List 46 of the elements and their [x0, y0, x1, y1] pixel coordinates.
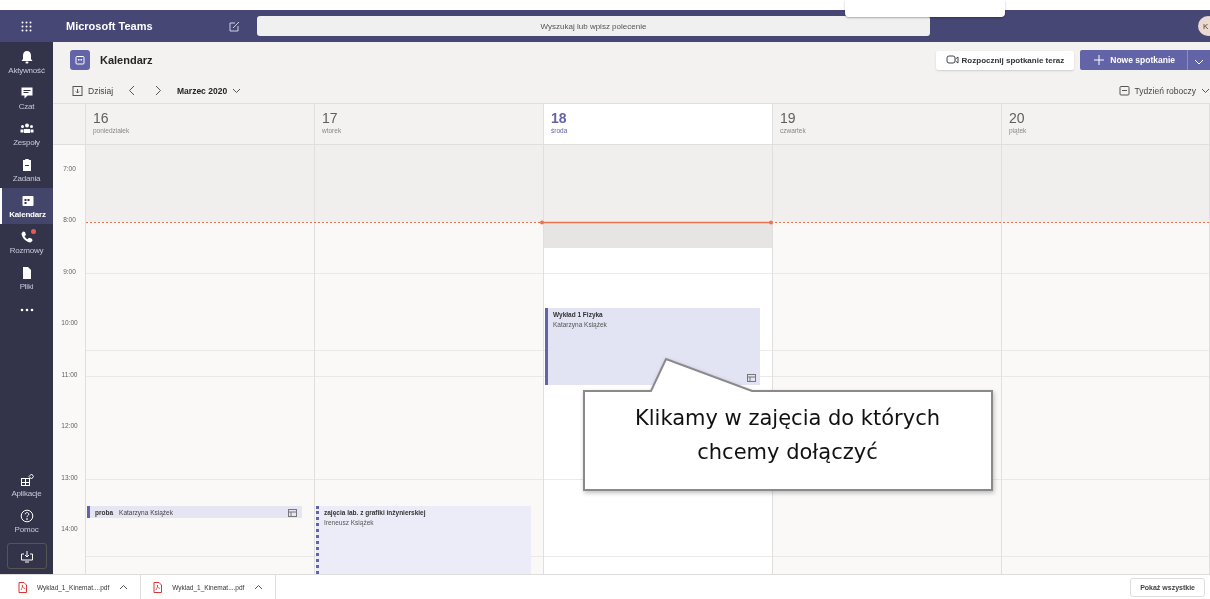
today-button[interactable]: Dzisiaj: [72, 85, 114, 96]
rail-item[interactable]: Zespoły: [0, 116, 53, 152]
page-title: Kalendarz: [100, 54, 153, 66]
download-app-button[interactable]: [6, 543, 47, 569]
calendar-icon: [1118, 85, 1130, 96]
rail-item[interactable]: Pliki: [0, 260, 53, 296]
people-icon: [19, 121, 34, 136]
video-icon: [945, 55, 959, 65]
chat-icon: [19, 85, 34, 100]
download-icon: [19, 549, 34, 563]
chevron-down-icon: [1194, 58, 1204, 65]
compose-icon[interactable]: [229, 20, 240, 32]
calendar-icon: [20, 193, 35, 208]
chevron-down-icon: [232, 87, 242, 94]
rail-item[interactable]: Czat: [0, 80, 53, 116]
previous-week-icon[interactable]: [128, 85, 136, 96]
month-picker[interactable]: Marzec 2020: [177, 85, 242, 96]
pdf-icon: [18, 581, 27, 593]
meet-now-button[interactable]: Rozpocznij spotkanie teraz: [935, 50, 1075, 70]
notification-dot: [31, 229, 36, 234]
rail-item[interactable]: Rozmowy: [0, 224, 53, 260]
more-icon[interactable]: [19, 308, 34, 312]
chevron-up-icon: [254, 584, 264, 590]
callout-text: Klikamy w zajęcia do których chcemy dołączyć: [633, 405, 942, 466]
search-field[interactable]: Wyszukaj lub wpisz polecenie: [257, 16, 930, 36]
rail-item[interactable]: Zadania: [0, 152, 53, 188]
apps-icon: [19, 472, 34, 487]
user-avatar[interactable]: K: [1198, 16, 1210, 36]
new-meeting-button[interactable]: Nowe spotkanie: [1080, 50, 1187, 70]
bell-icon: [19, 49, 34, 64]
rail-item[interactable]: Aplikacje: [0, 467, 53, 503]
app-title: Microsoft Teams: [66, 20, 154, 32]
pdf-icon: [153, 581, 163, 593]
app-launcher-icon[interactable]: [21, 20, 32, 32]
next-week-icon[interactable]: [155, 85, 163, 96]
rail-item[interactable]: Aktywność: [0, 44, 53, 80]
rail-item[interactable]: Pomoc: [0, 503, 53, 539]
chevron-up-icon: [119, 584, 129, 590]
help-icon: [19, 508, 34, 523]
calendar-icon: [70, 50, 90, 70]
rail-item[interactable]: Kalendarz: [0, 188, 53, 224]
view-picker[interactable]: Tydzień roboczy: [1118, 85, 1210, 96]
chevron-down-icon: [1201, 87, 1210, 94]
today-icon: [72, 85, 83, 96]
plus-icon: [1094, 55, 1105, 65]
phone-icon: [19, 229, 34, 244]
